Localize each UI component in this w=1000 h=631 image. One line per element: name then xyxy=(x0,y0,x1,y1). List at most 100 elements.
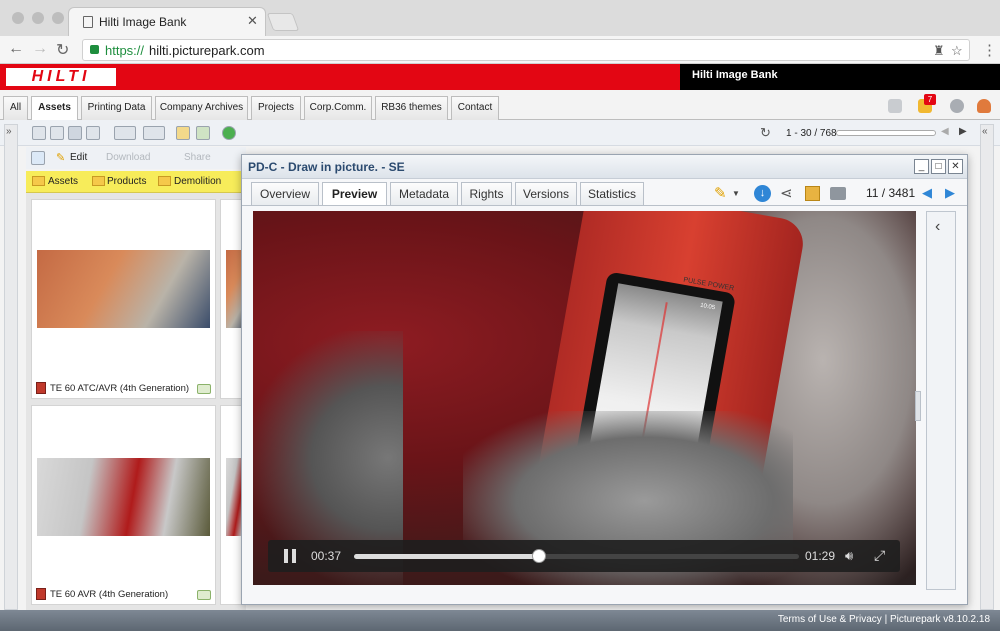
paint-brush-icon[interactable]: ♜ xyxy=(933,43,945,59)
edit-button[interactable]: Edit xyxy=(70,152,87,163)
maximize-window-button[interactable] xyxy=(52,12,64,24)
asset-card[interactable]: TE 60 ATC/AVR (4th Generation) xyxy=(31,199,216,399)
main-tab-bar: All Assets Printing Data Company Archive… xyxy=(0,94,1000,120)
browser-toolbar: ← → ↻ https:// hilti.picturepark.com ♜ ☆… xyxy=(0,36,1000,64)
download-button[interactable]: Download xyxy=(106,152,150,163)
page-icon xyxy=(83,16,93,28)
tab-metadata[interactable]: Metadata xyxy=(390,182,458,205)
share-icon[interactable]: ⋖ xyxy=(780,184,793,202)
edit-icon: ✎ xyxy=(56,152,66,164)
tab-preview[interactable]: Preview xyxy=(322,182,387,205)
asset-caption: TE 60 AVR (4th Generation) xyxy=(50,589,169,600)
close-dialog-button[interactable]: ✕ xyxy=(948,159,963,174)
close-tab-icon[interactable]: ✕ xyxy=(247,13,258,29)
tab-all[interactable]: All xyxy=(3,96,28,120)
back-icon[interactable]: ← xyxy=(8,40,24,58)
tab-divider xyxy=(242,205,967,206)
pause-button[interactable] xyxy=(284,549,298,563)
url-host: hilti.picturepark.com xyxy=(149,43,265,58)
left-panel-gutter[interactable]: » xyxy=(4,124,18,610)
reload-icon[interactable]: ↻ xyxy=(56,40,69,60)
fullscreen-icon[interactable]: ⤢ xyxy=(874,547,885,564)
forward-icon[interactable]: → xyxy=(32,40,48,58)
download-icon[interactable]: ↓ xyxy=(754,185,771,202)
grid-small-icon[interactable] xyxy=(32,126,46,140)
grid-medium-icon[interactable] xyxy=(50,126,64,140)
next-page-icon[interactable]: ▶ xyxy=(959,126,967,137)
settings-gear-icon[interactable] xyxy=(950,99,964,113)
new-tab-button[interactable] xyxy=(266,13,300,31)
collapse-side-panel[interactable]: ‹ xyxy=(926,211,956,590)
select-icon[interactable] xyxy=(176,126,190,140)
tab-statistics[interactable]: Statistics xyxy=(580,182,644,205)
globe-icon[interactable] xyxy=(222,126,236,140)
dialog-title: PD-C - Draw in picture. - SE xyxy=(248,160,405,174)
pagination-slider[interactable] xyxy=(836,130,936,136)
category-assets[interactable]: Assets xyxy=(48,176,78,187)
dialog-titlebar[interactable]: PD-C - Draw in picture. - SE _ □ ✕ xyxy=(242,155,967,179)
hilti-logo[interactable]: HILTI xyxy=(6,68,116,86)
browser-tab[interactable]: Hilti Image Bank ✕ xyxy=(68,7,266,36)
asset-thumbnail[interactable] xyxy=(37,458,210,536)
tab-contact[interactable]: Contact xyxy=(451,96,499,120)
maximize-dialog-button[interactable]: □ xyxy=(931,159,946,174)
tab-company-archives[interactable]: Company Archives xyxy=(155,96,248,120)
site-title: Hilti Image Bank xyxy=(692,69,778,81)
tab-projects[interactable]: Projects xyxy=(251,96,301,120)
next-asset-icon[interactable]: ▶ xyxy=(945,185,955,201)
tab-rights[interactable]: Rights xyxy=(461,182,512,205)
minimize-window-button[interactable] xyxy=(32,12,44,24)
tab-versions[interactable]: Versions xyxy=(515,182,577,205)
minimize-dialog-button[interactable]: _ xyxy=(914,159,929,174)
category-demolition[interactable]: Demolition xyxy=(174,176,221,187)
browser-tab-title: Hilti Image Bank xyxy=(99,15,187,29)
close-window-button[interactable] xyxy=(12,12,24,24)
asset-caption: TE 60 ATC/AVR (4th Generation) xyxy=(50,383,190,394)
cart-add-icon[interactable] xyxy=(830,187,846,200)
asset-grid: TE 60 ATC/AVR (4th Generation) TE 60 AVR… xyxy=(26,193,251,613)
category-products[interactable]: Products xyxy=(107,176,146,187)
user-icon[interactable] xyxy=(977,99,991,113)
volume-icon[interactable]: 🔊︎ xyxy=(845,548,853,564)
share-button[interactable]: Share xyxy=(184,152,211,163)
tab-overview[interactable]: Overview xyxy=(251,182,319,205)
prev-page-icon[interactable]: ◀ xyxy=(941,126,949,137)
tab-rb36-themes[interactable]: RB36 themes xyxy=(375,96,448,120)
lock-icon xyxy=(90,45,99,54)
add-to-cart-icon[interactable] xyxy=(197,590,211,600)
asset-card[interactable]: TE 60 AVR (4th Generation) xyxy=(31,405,216,605)
refresh-icon[interactable]: ↻ xyxy=(760,125,771,141)
seek-handle[interactable] xyxy=(531,549,546,563)
compare-icon[interactable] xyxy=(196,126,210,140)
previous-asset-icon[interactable]: ◀ xyxy=(922,185,932,201)
chevron-down-icon[interactable]: ▼ xyxy=(732,189,740,198)
pencil-icon[interactable]: ✎ xyxy=(714,184,727,202)
cart-icon[interactable] xyxy=(888,99,902,113)
grid-list-icon[interactable] xyxy=(86,126,100,140)
select-all-icon[interactable] xyxy=(31,151,45,165)
grid-large-icon[interactable] xyxy=(68,126,82,140)
action-bar: ✎ Edit Download Share xyxy=(26,147,246,169)
address-bar[interactable]: https:// hilti.picturepark.com ♜ ☆ xyxy=(82,39,970,61)
add-to-cart-icon[interactable] xyxy=(197,384,211,394)
sort-dropdown[interactable] xyxy=(143,126,165,140)
seek-bar[interactable] xyxy=(354,549,799,563)
package-icon[interactable] xyxy=(805,186,820,201)
tab-assets[interactable]: Assets xyxy=(31,96,78,120)
logo-text: HILTI xyxy=(31,68,91,85)
right-panel-gutter[interactable]: « xyxy=(980,124,994,610)
view-toolbar: ↻ 1 - 30 / 768 ◀ ▶ xyxy=(0,120,1000,146)
bookmark-star-icon[interactable]: ☆ xyxy=(951,43,963,59)
page-size-dropdown[interactable] xyxy=(114,126,136,140)
tab-corp-comm[interactable]: Corp.Comm. xyxy=(304,96,372,120)
tab-printing-data[interactable]: Printing Data xyxy=(81,96,152,120)
video-player[interactable]: PULSE POWER 10:05 00:37 01:29 🔊︎ ⤢ xyxy=(253,211,916,585)
asset-thumbnail[interactable] xyxy=(37,250,210,328)
result-count: 1 - 30 / 768 xyxy=(786,128,837,139)
footer-text[interactable]: Terms of Use & Privacy | Picturepark v8.… xyxy=(778,614,990,625)
category-bar: Assets Products Demolition xyxy=(26,171,246,193)
folder-icon xyxy=(92,176,105,186)
panel-splitter[interactable] xyxy=(915,391,921,421)
browser-menu-icon[interactable]: ⋮ xyxy=(982,41,997,59)
asset-detail-dialog: PD-C - Draw in picture. - SE _ □ ✕ Overv… xyxy=(241,154,968,605)
